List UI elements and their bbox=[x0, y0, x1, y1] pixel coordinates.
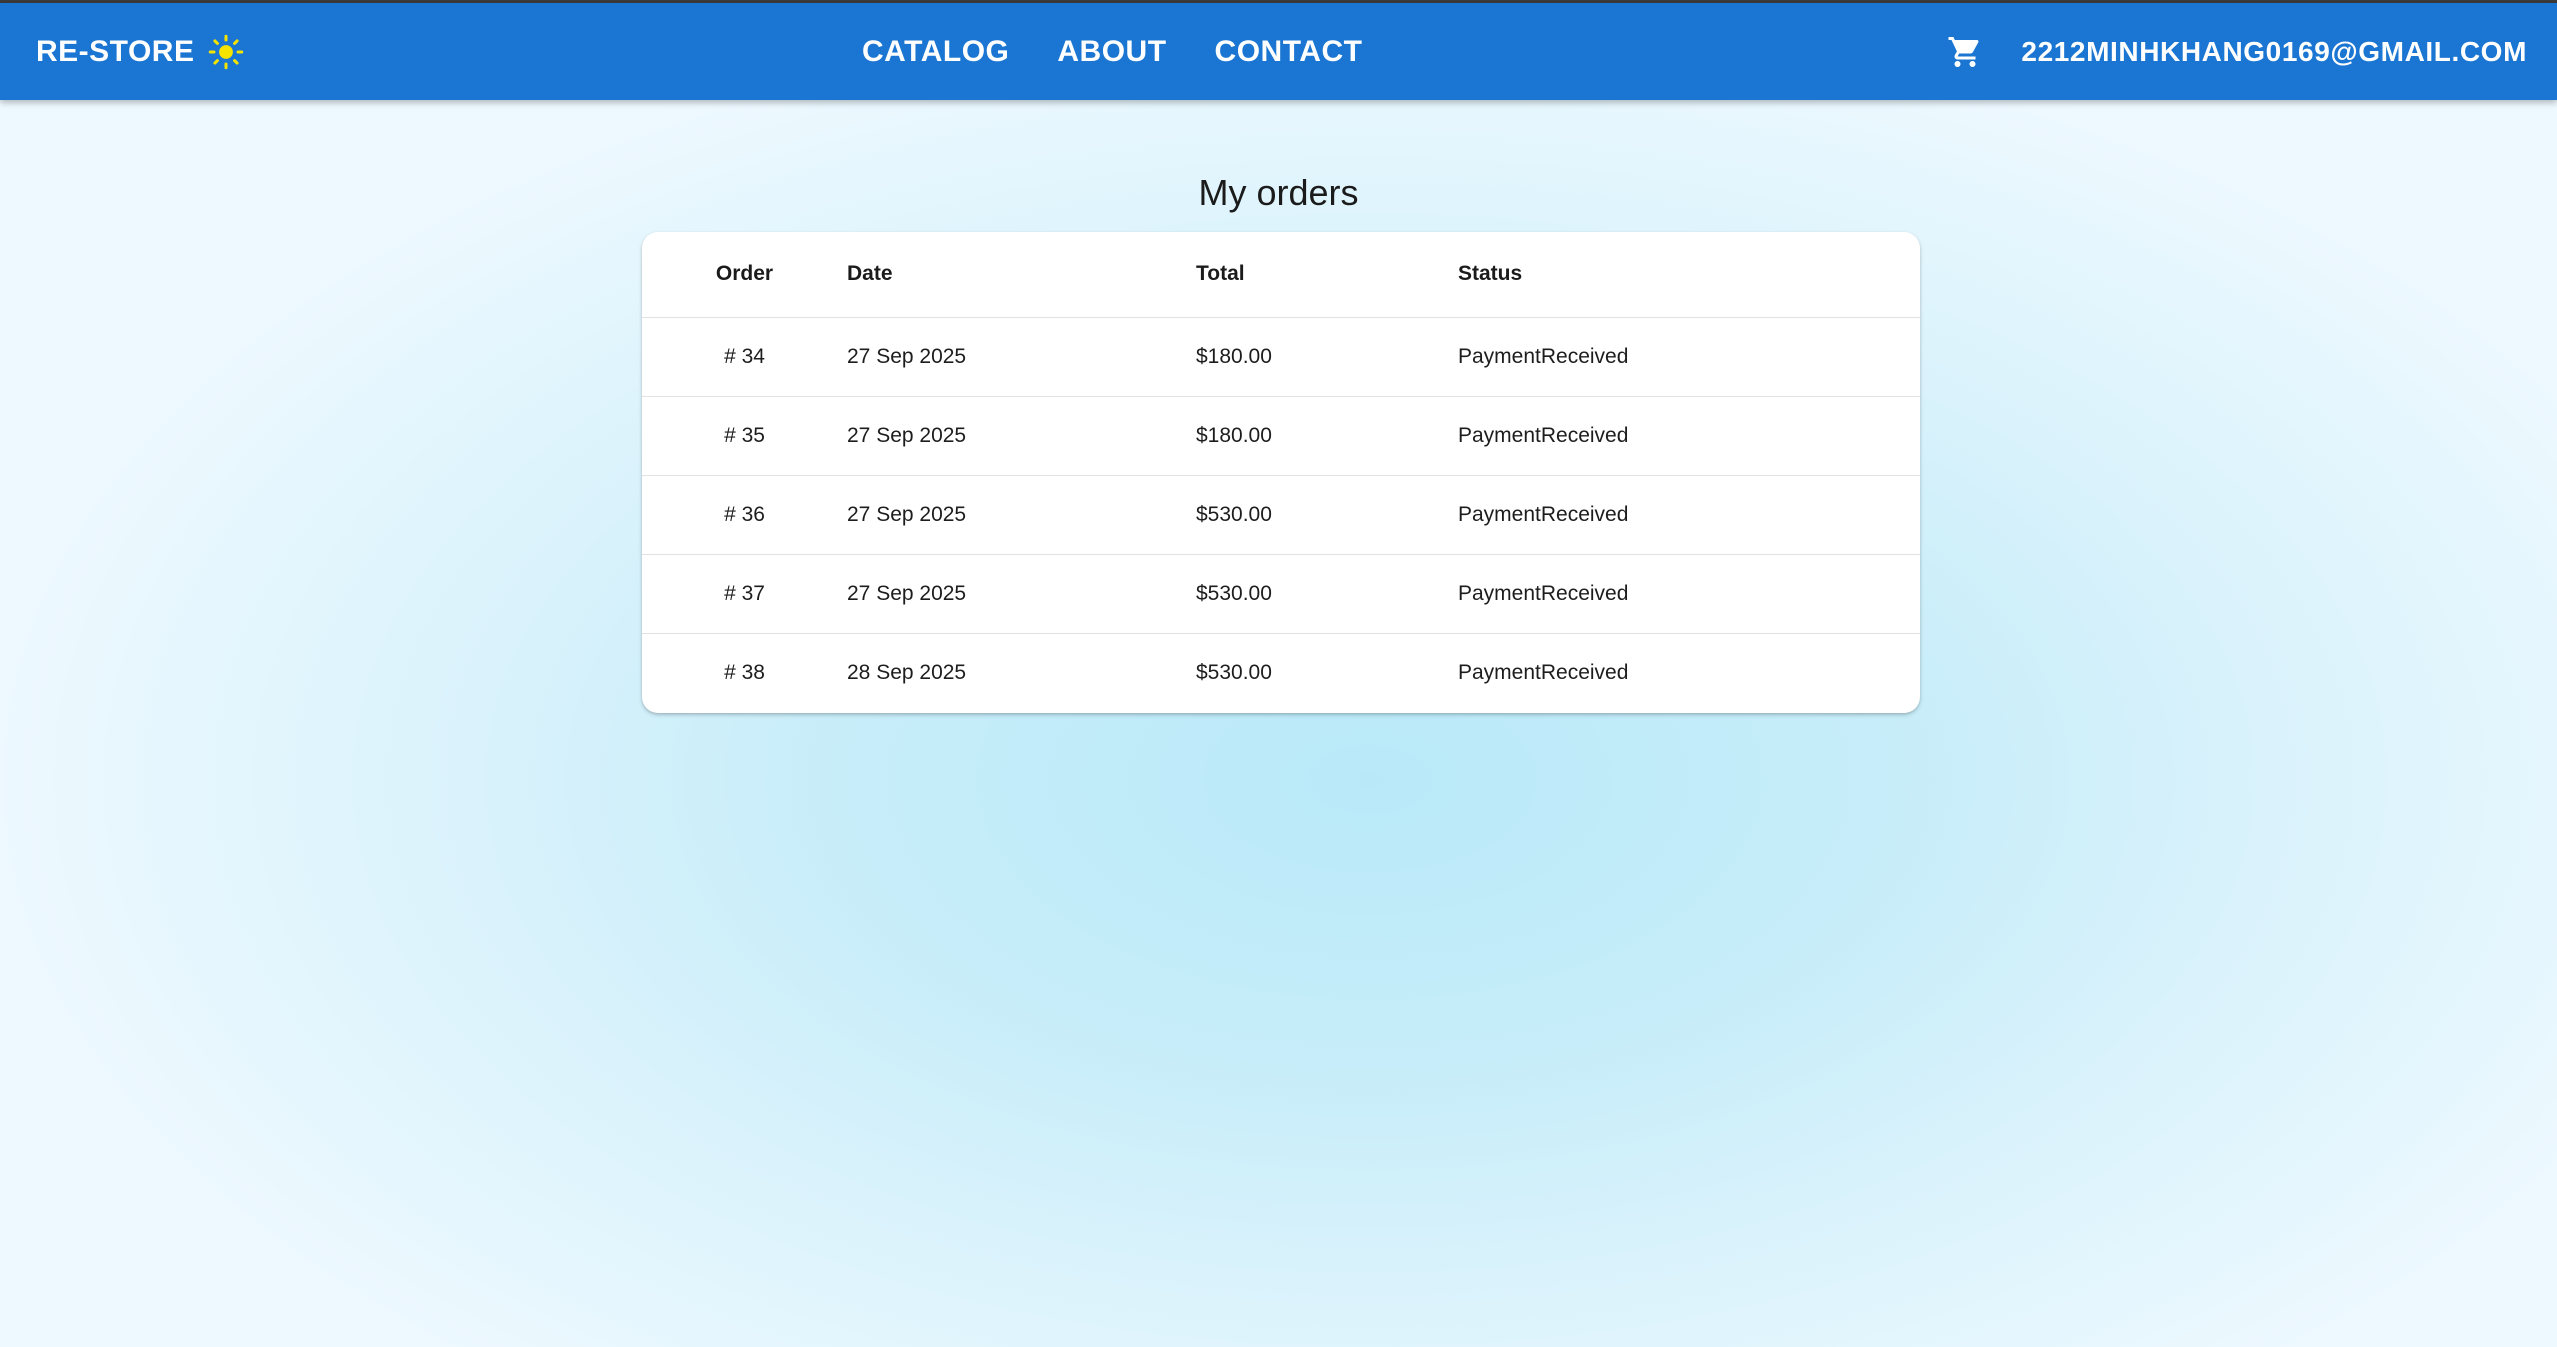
column-header-total: Total bbox=[1196, 262, 1245, 286]
order-number: # 34 bbox=[724, 344, 765, 368]
order-date: 27 Sep 2025 bbox=[847, 423, 967, 447]
orders-table: Order Date Total Status # 34 27 Sep 2025… bbox=[642, 232, 1920, 712]
order-date: 27 Sep 2025 bbox=[847, 344, 967, 368]
order-total: $530.00 bbox=[1196, 581, 1272, 605]
orders-table-card: Order Date Total Status # 34 27 Sep 2025… bbox=[642, 232, 1920, 713]
order-date: 27 Sep 2025 bbox=[847, 502, 967, 526]
main-nav: CATALOG ABOUT CONTACT bbox=[862, 3, 1362, 100]
order-status: PaymentReceived bbox=[1458, 423, 1629, 447]
order-status: PaymentReceived bbox=[1458, 344, 1629, 368]
brand-title[interactable]: RE-STORE bbox=[36, 35, 194, 69]
page-title: My orders bbox=[1198, 172, 1359, 213]
order-status: PaymentReceived bbox=[1458, 581, 1629, 605]
table-row[interactable]: # 35 27 Sep 2025 $180.00 PaymentReceived bbox=[642, 396, 1920, 475]
order-number: # 36 bbox=[724, 502, 765, 526]
order-number: # 38 bbox=[724, 660, 765, 684]
brand: RE-STORE bbox=[36, 3, 244, 100]
order-number: # 37 bbox=[724, 581, 765, 605]
table-row[interactable]: # 37 27 Sep 2025 $530.00 PaymentReceived bbox=[642, 554, 1920, 633]
order-status: PaymentReceived bbox=[1458, 502, 1629, 526]
order-total: $180.00 bbox=[1196, 423, 1272, 447]
app-bar: RE-STORE CATALOG ABOUT CONTACT 2212MINHK… bbox=[0, 3, 2557, 100]
order-status: PaymentReceived bbox=[1458, 660, 1629, 684]
order-total: $530.00 bbox=[1196, 502, 1272, 526]
order-date: 27 Sep 2025 bbox=[847, 581, 967, 605]
order-date: 28 Sep 2025 bbox=[847, 660, 967, 684]
table-row[interactable]: # 36 27 Sep 2025 $530.00 PaymentReceived bbox=[642, 475, 1920, 554]
order-total: $530.00 bbox=[1196, 660, 1272, 684]
nav-catalog[interactable]: CATALOG bbox=[862, 35, 1009, 69]
user-email-menu[interactable]: 2212MINHKHANG0169@GMAIL.COM bbox=[2021, 36, 2527, 68]
sun-icon[interactable] bbox=[208, 34, 244, 70]
table-header-row: Order Date Total Status bbox=[642, 232, 1920, 317]
nav-contact[interactable]: CONTACT bbox=[1215, 35, 1363, 69]
column-header-date: Date bbox=[847, 262, 893, 286]
table-row[interactable]: # 38 28 Sep 2025 $530.00 PaymentReceived bbox=[642, 633, 1920, 712]
order-total: $180.00 bbox=[1196, 344, 1272, 368]
column-header-order: Order bbox=[715, 262, 774, 286]
nav-about[interactable]: ABOUT bbox=[1057, 35, 1166, 69]
order-number: # 35 bbox=[724, 423, 765, 447]
cart-icon[interactable] bbox=[1947, 34, 1983, 70]
column-header-status: Status bbox=[1458, 262, 1523, 286]
table-row[interactable]: # 34 27 Sep 2025 $180.00 PaymentReceived bbox=[642, 317, 1920, 396]
user-area: 2212MINHKHANG0169@GMAIL.COM bbox=[1947, 3, 2527, 100]
